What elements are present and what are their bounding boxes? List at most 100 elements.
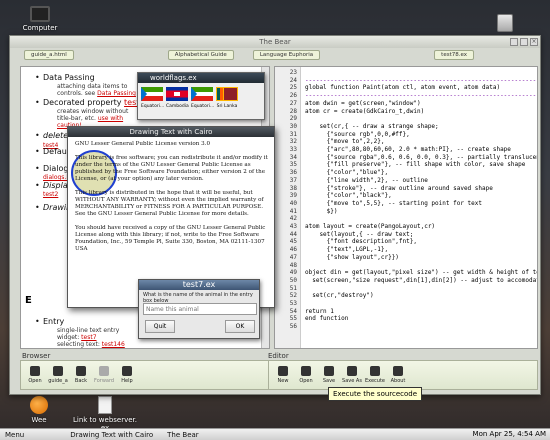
- arrow-left-icon: [76, 366, 86, 376]
- browser-back-button[interactable]: Back: [71, 366, 91, 384]
- code-line: 28 atom cr = create(GdkCairo_t,dwin): [275, 108, 424, 116]
- line-text: global function Paint(atom ctl, atom eve…: [305, 84, 501, 92]
- line-text: ----------------------------------------…: [305, 76, 537, 84]
- line-number: 36: [289, 169, 297, 177]
- line-text: {"font description",fnt},: [305, 238, 417, 246]
- line-number: 54: [289, 307, 297, 315]
- line-number: 46: [289, 246, 297, 254]
- line-number: 31: [289, 130, 297, 138]
- editor-open-button[interactable]: Open: [296, 366, 316, 384]
- line-number: 28: [289, 107, 297, 115]
- computer-desktop-icon[interactable]: Computer: [20, 6, 60, 32]
- menu-button[interactable]: Menu: [2, 430, 27, 440]
- minimize-button[interactable]: [510, 38, 518, 46]
- taskbar: Menu Drawing Text with Cairo The Bear Mo…: [0, 428, 550, 440]
- code-line: 47 {"show layout",cr}}): [275, 254, 399, 262]
- browser-open-button[interactable]: Open: [25, 366, 45, 384]
- code-line: 38 {"stroke"}, -- draw outline around sa…: [275, 185, 493, 193]
- code-line: 36 {"color","blue"},: [275, 169, 388, 177]
- quit-button[interactable]: Quit: [145, 320, 175, 333]
- flag-item[interactable]: Equatori...: [141, 87, 164, 109]
- webserver-link-desktop-icon[interactable]: Link to webserver. ex: [70, 396, 140, 432]
- trash-desktop-icon[interactable]: [490, 14, 520, 34]
- line-text: object din = get(layout,"pixel size") --…: [305, 269, 538, 277]
- cambodia-flag-icon: [166, 87, 188, 101]
- taskbar-item-the-bear[interactable]: The Bear: [164, 430, 202, 440]
- browser-toolbar: Open guide_a Back Forward Help: [20, 360, 270, 390]
- test2-link[interactable]: test2: [43, 191, 58, 198]
- flag-item[interactable]: Cambodia: [166, 87, 189, 109]
- trash-icon: [497, 14, 513, 32]
- code-line: 44 set(layout,{ -- draw text;: [275, 230, 414, 239]
- line-number: 26: [289, 92, 297, 100]
- line-number: 33: [289, 146, 297, 153]
- line-number: 37: [289, 176, 297, 184]
- link-file-icon: [98, 396, 112, 414]
- taskbar-item-drawing[interactable]: Drawing Text with Cairo: [67, 430, 156, 440]
- code-line: 49 object din = get(layout,"pixel size") …: [275, 269, 538, 277]
- line-text: {"line width",2}, -- outline: [305, 176, 428, 184]
- maximize-button[interactable]: [520, 38, 528, 46]
- tab-bar: guide_a.html Alphabetical Guide Language…: [10, 50, 540, 62]
- data-passing-link[interactable]: Data Passing: [97, 90, 136, 97]
- list-item-desc: creates window without: [57, 108, 129, 115]
- code-editor[interactable]: 23 24 ------------------------------------…: [274, 66, 538, 349]
- browser-guide-button[interactable]: guide_a: [48, 366, 68, 384]
- line-text: end function: [305, 315, 349, 323]
- tab-guide-a[interactable]: guide_a.html: [24, 50, 74, 60]
- list-item: Defaul: [35, 147, 69, 156]
- flag-item[interactable]: Equatori...: [191, 87, 214, 109]
- test7-link[interactable]: test7: [81, 334, 96, 341]
- line-text: {"text",LGPL,-1},: [305, 246, 389, 254]
- save-as-icon: [347, 366, 357, 376]
- line-text: [297, 215, 305, 222]
- code-line: 35 {"fill preserve"}, -- fill shape with…: [275, 161, 526, 169]
- editor-save-as-button[interactable]: Save As: [342, 366, 362, 384]
- line-number: 39: [289, 192, 297, 200]
- list-item-desc: attaching data items to: [57, 83, 128, 90]
- code-line: 30 set(cr,{ -- draw a strange shape;: [275, 123, 439, 131]
- editor-new-button[interactable]: New: [273, 366, 293, 384]
- ok-button[interactable]: OK: [225, 320, 255, 333]
- equatorial-guinea-flag-icon: [191, 87, 213, 101]
- animal-name-input[interactable]: [143, 303, 257, 315]
- code-line: 54 return 1: [275, 308, 334, 316]
- line-text: {"arc",80,80,60,60, 2.0 * math:PI}, -- c…: [305, 146, 511, 153]
- code-line: 56: [275, 323, 305, 331]
- folder-open-icon: [30, 366, 40, 376]
- code-line: 33 {"arc",80,80,60,60, 2.0 * math:PI}, -…: [275, 146, 511, 154]
- line-text: {"show layout",cr}}): [305, 253, 399, 261]
- line-text: set(layout,{ -- draw text;: [305, 230, 414, 238]
- tab-language-euphoria[interactable]: Language Euphoria: [252, 50, 321, 60]
- flag-item[interactable]: Sri Lanka: [216, 87, 238, 109]
- line-number: 53: [289, 300, 297, 307]
- test146-link[interactable]: test146: [102, 341, 125, 348]
- computer-label: Computer: [22, 24, 58, 32]
- worldflags-titlebar[interactable]: worldflags.ex: [138, 73, 264, 83]
- code-line: 32 {"move to",2,2},: [275, 138, 385, 146]
- new-file-icon: [278, 366, 288, 376]
- line-number: 56: [289, 323, 297, 331]
- tab-alphabetical-guide[interactable]: Alphabetical Guide: [167, 50, 234, 60]
- editor-about-button[interactable]: About: [388, 366, 408, 384]
- line-text: atom dwin = get(screen,"window"): [305, 99, 421, 107]
- link-label-1: Link to webserver.: [72, 416, 138, 424]
- code-line: 43 atom layout = create(PangoLayout,cr): [275, 223, 435, 231]
- list-item: Entry: [35, 317, 64, 326]
- code-line: 55 end function: [275, 315, 349, 323]
- flags-row: Equatori... Cambodia Equatori... Sri Lan…: [138, 83, 264, 113]
- info-icon: [393, 366, 403, 376]
- editor-execute-button[interactable]: Execute: [365, 366, 385, 384]
- test7-titlebar[interactable]: test7.ex: [139, 280, 259, 290]
- editor-save-button[interactable]: Save: [319, 366, 339, 384]
- line-text: [297, 115, 305, 122]
- line-number: 40: [289, 199, 297, 207]
- use-with-link[interactable]: use with: [98, 115, 123, 122]
- tab-test78[interactable]: test78.ex: [434, 50, 475, 60]
- drawing-titlebar[interactable]: Drawing Text with Cairo: [68, 127, 274, 137]
- browser-help-button[interactable]: Help: [117, 366, 137, 384]
- browser-forward-button[interactable]: Forward: [94, 366, 114, 384]
- wee-desktop-icon[interactable]: Wee: [24, 396, 54, 424]
- close-button[interactable]: ×: [530, 38, 538, 46]
- window-titlebar[interactable]: The Bear ×: [10, 36, 540, 48]
